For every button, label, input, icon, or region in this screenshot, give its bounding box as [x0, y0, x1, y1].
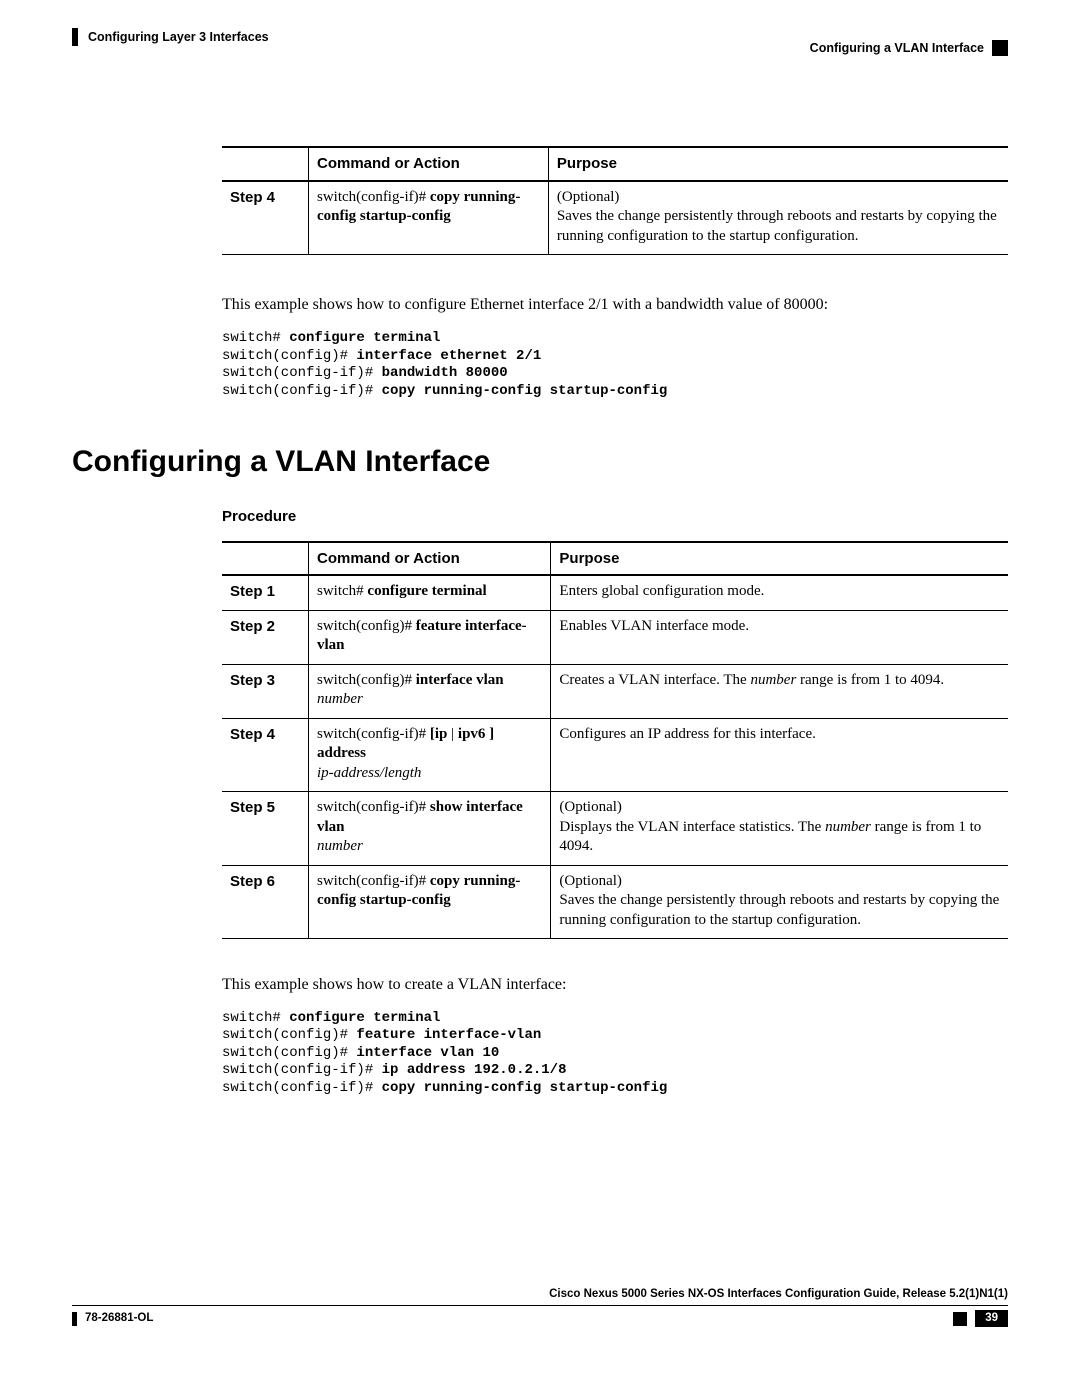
table-row: Step 1 switch# configure terminal Enters…	[222, 575, 1008, 610]
header-bar-icon	[72, 28, 78, 46]
table-row: Step 2 switch(config)# feature interface…	[222, 610, 1008, 664]
t1-step: Step 4	[222, 181, 309, 255]
procedure-table-1: Command or Action Purpose Step 4 switch(…	[222, 146, 1008, 255]
table-row: Step 4 switch(config-if)# [ip | ipv6 ] a…	[222, 718, 1008, 792]
section-heading: Configuring a VLAN Interface	[72, 442, 1008, 481]
footer-bar-icon	[72, 1312, 77, 1326]
example-intro-2: This example shows how to create a VLAN …	[222, 975, 1008, 996]
footer-page: 39	[953, 1310, 1008, 1327]
t1-h-cmd: Command or Action	[309, 147, 549, 181]
t1-h-step	[222, 147, 309, 181]
page-number: 39	[975, 1310, 1008, 1327]
procedure-subhead: Procedure	[222, 507, 1008, 527]
chapter-title: Configuring Layer 3 Interfaces	[88, 29, 269, 45]
code-block-1: switch# configure terminal switch(config…	[222, 330, 1008, 400]
code-block-2: switch# configure terminal switch(config…	[222, 1010, 1008, 1098]
t2-h-purpose: Purpose	[551, 542, 1008, 576]
t1-purpose: (Optional) Saves the change persistently…	[548, 181, 1008, 255]
t1-cmd: switch(config-if)# copy running-config s…	[309, 181, 549, 255]
t2-h-cmd: Command or Action	[309, 542, 551, 576]
header-section-row: Configuring a VLAN Interface	[810, 40, 1008, 56]
procedure-table-2: Command or Action Purpose Step 1 switch#…	[222, 541, 1008, 940]
table-row: Step 6 switch(config-if)# copy running-c…	[222, 865, 1008, 939]
page-footer: Cisco Nexus 5000 Series NX-OS Interfaces…	[72, 1287, 1008, 1327]
table-row: Step 3 switch(config)# interface vlan nu…	[222, 664, 1008, 718]
table-row: Step 4 switch(config-if)# copy running-c…	[222, 181, 1008, 255]
section-title-header: Configuring a VLAN Interface	[810, 40, 984, 56]
t2-h-step	[222, 542, 309, 576]
header-chapter: Configuring Layer 3 Interfaces	[72, 28, 269, 46]
page-header: Configuring Layer 3 Interfaces Configuri…	[72, 28, 1008, 56]
table-row: Step 5 switch(config-if)# show interface…	[222, 792, 1008, 866]
footer-box-icon	[953, 1312, 967, 1326]
header-box-icon	[992, 40, 1008, 56]
footer-doc-id: 78-26881-OL	[72, 1311, 153, 1326]
example-intro-1: This example shows how to configure Ethe…	[222, 295, 1008, 316]
footer-guide-title: Cisco Nexus 5000 Series NX-OS Interfaces…	[72, 1287, 1008, 1302]
t1-h-purpose: Purpose	[548, 147, 1008, 181]
